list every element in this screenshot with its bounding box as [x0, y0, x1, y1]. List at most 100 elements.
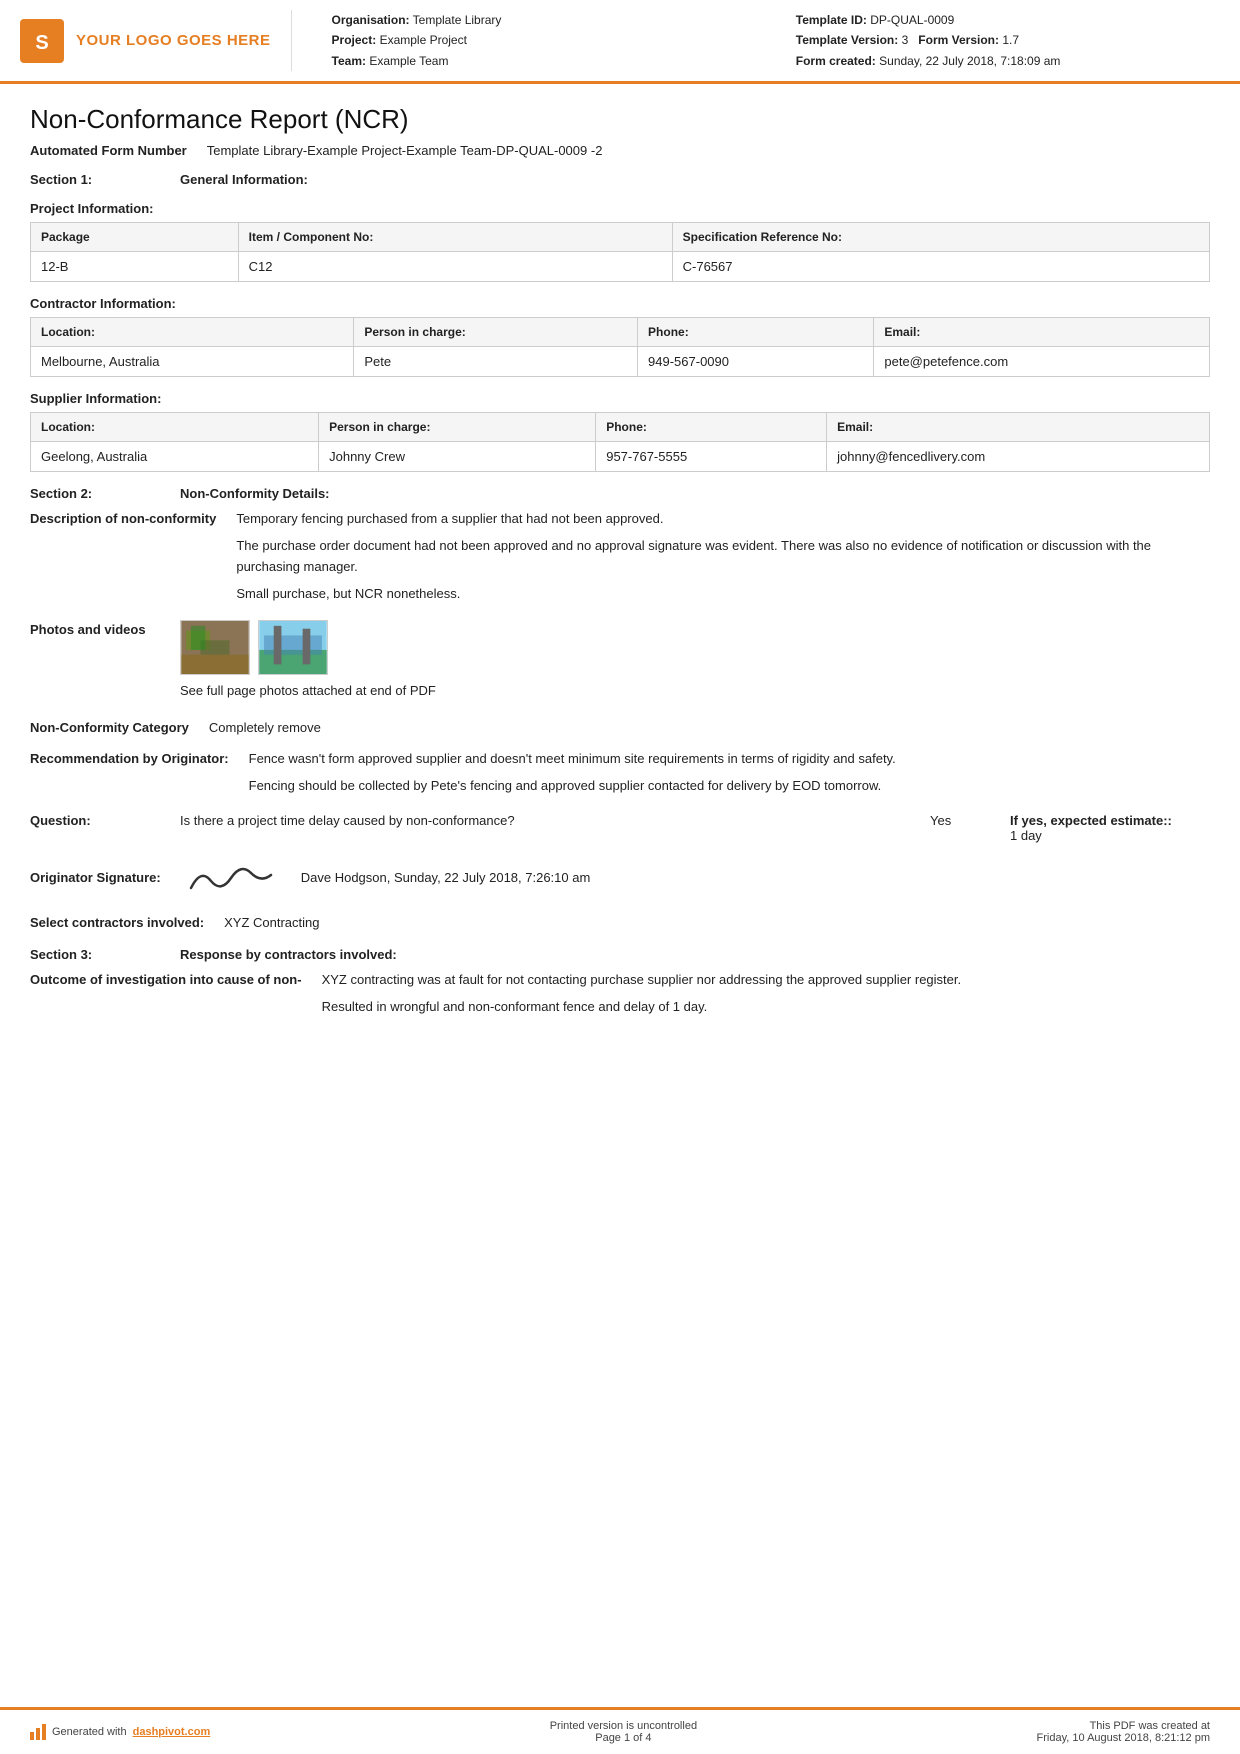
- col-sup-location: Location:: [31, 413, 319, 442]
- pdf-created-date: Friday, 10 August 2018, 8:21:12 pm: [1037, 1732, 1210, 1744]
- footer-center: Printed version is uncontrolled Page 1 o…: [550, 1720, 697, 1744]
- question-estimate-label: If yes, expected estimate::: [1010, 813, 1172, 828]
- project-line: Project: Example Project: [332, 30, 756, 50]
- supplier-info-title: Supplier Information:: [30, 391, 1210, 406]
- contractor-data-row: Melbourne, Australia Pete 949-567-0090 p…: [31, 347, 1210, 377]
- col-package: Package: [31, 223, 239, 252]
- description-p3: Small purchase, but NCR nonetheless.: [236, 584, 1210, 605]
- col-sup-email: Email:: [827, 413, 1210, 442]
- footer-left: Generated with dashpivot.com: [30, 1724, 210, 1740]
- contractor-header-row: Location: Person in charge: Phone: Email…: [31, 318, 1210, 347]
- form-number-value: Template Library-Example Project-Example…: [207, 143, 603, 158]
- question-answer: Yes: [930, 813, 990, 828]
- photo-thumb-1: [180, 620, 250, 675]
- photos-caption: See full page photos attached at end of …: [180, 681, 1210, 702]
- page-number: Page 1 of 4: [550, 1732, 697, 1744]
- main-content: Non-Conformance Report (NCR) Automated F…: [0, 84, 1240, 1707]
- section3-title: Response by contractors involved:: [180, 947, 397, 962]
- recommendation-p2: Fencing should be collected by Pete's fe…: [249, 776, 1210, 797]
- question-label: Question:: [30, 813, 160, 828]
- supplier-info-table: Location: Person in charge: Phone: Email…: [30, 412, 1210, 472]
- photos-container: [180, 620, 1210, 675]
- question-estimate-value: 1 day: [1010, 828, 1042, 843]
- contractor-location: Melbourne, Australia: [31, 347, 354, 377]
- signature-meta: Dave Hodgson, Sunday, 22 July 2018, 7:26…: [301, 870, 591, 885]
- package-value: 12-B: [31, 252, 239, 282]
- section2-label: Section 2:: [30, 486, 160, 501]
- contractor-email: pete@petefence.com: [874, 347, 1210, 377]
- question-estimate: If yes, expected estimate:: 1 day: [1010, 813, 1210, 843]
- recommendation-label: Recommendation by Originator:: [30, 749, 229, 803]
- outcome-value: XYZ contracting was at fault for not con…: [322, 970, 1210, 1024]
- category-label: Non-Conformity Category: [30, 718, 189, 739]
- contractors-value: XYZ Contracting: [224, 913, 1210, 934]
- contractor-info-title: Contractor Information:: [30, 296, 1210, 311]
- supplier-person: Johnny Crew: [319, 442, 596, 472]
- recommendation-row: Recommendation by Originator: Fence wasn…: [30, 749, 1210, 803]
- signature-row: Originator Signature: Dave Hodgson, Sund…: [30, 853, 1210, 903]
- logo-area: S YOUR LOGO GOES HERE: [20, 10, 292, 71]
- col-email: Email:: [874, 318, 1210, 347]
- col-spec: Specification Reference No:: [672, 223, 1209, 252]
- section1-title: General Information:: [180, 172, 308, 187]
- document-title: Non-Conformance Report (NCR): [30, 104, 1210, 135]
- header: S YOUR LOGO GOES HERE Organisation: Temp…: [0, 0, 1240, 84]
- footer: Generated with dashpivot.com Printed ver…: [0, 1707, 1240, 1754]
- footer-right: This PDF was created at Friday, 10 Augus…: [1037, 1720, 1210, 1744]
- logo-icon: S: [20, 19, 64, 63]
- contractors-row: Select contractors involved: XYZ Contrac…: [30, 913, 1210, 934]
- contractors-label: Select contractors involved:: [30, 913, 204, 934]
- header-meta-right: Template ID: DP-QUAL-0009 Template Versi…: [796, 10, 1220, 71]
- uncontrolled-text: Printed version is uncontrolled: [550, 1720, 697, 1732]
- dashpivot-icon: [30, 1724, 46, 1740]
- recommendation-p1: Fence wasn't form approved supplier and …: [249, 749, 1210, 770]
- description-row: Description of non-conformity Temporary …: [30, 509, 1210, 610]
- category-value: Completely remove: [209, 718, 1210, 739]
- outcome-label: Outcome of investigation into cause of n…: [30, 970, 302, 1024]
- footer-brand[interactable]: dashpivot.com: [133, 1726, 211, 1738]
- header-meta-left: Organisation: Template Library Project: …: [332, 10, 756, 71]
- pdf-created-text: This PDF was created at: [1037, 1720, 1210, 1732]
- description-p2: The purchase order document had not been…: [236, 536, 1210, 578]
- col-sup-phone: Phone:: [596, 413, 827, 442]
- col-item: Item / Component No:: [238, 223, 672, 252]
- photos-value: See full page photos attached at end of …: [180, 620, 1210, 708]
- project-table-data-row: 12-B C12 C-76567: [31, 252, 1210, 282]
- question-text: Is there a project time delay caused by …: [180, 813, 910, 828]
- project-info-table: Package Item / Component No: Specificati…: [30, 222, 1210, 282]
- outcome-p2: Resulted in wrongful and non-conformant …: [322, 997, 1210, 1018]
- section3-header: Section 3: Response by contractors invol…: [30, 947, 1210, 962]
- supplier-location: Geelong, Australia: [31, 442, 319, 472]
- contractor-info-table: Location: Person in charge: Phone: Email…: [30, 317, 1210, 377]
- form-number-label: Automated Form Number: [30, 143, 187, 158]
- signature-label: Originator Signature:: [30, 870, 161, 885]
- page: S YOUR LOGO GOES HERE Organisation: Temp…: [0, 0, 1240, 1754]
- recommendation-value: Fence wasn't form approved supplier and …: [249, 749, 1210, 803]
- description-label: Description of non-conformity: [30, 509, 216, 610]
- photos-label: Photos and videos: [30, 620, 160, 708]
- spec-value: C-76567: [672, 252, 1209, 282]
- contractor-phone: 949-567-0090: [638, 347, 874, 377]
- item-value: C12: [238, 252, 672, 282]
- form-number-row: Automated Form Number Template Library-E…: [30, 143, 1210, 158]
- section1-label: Section 1:: [30, 172, 160, 187]
- section1-header: Section 1: General Information:: [30, 172, 1210, 187]
- supplier-phone: 957-767-5555: [596, 442, 827, 472]
- outcome-p1: XYZ contracting was at fault for not con…: [322, 970, 1210, 991]
- bar2: [36, 1728, 40, 1740]
- template-version-line: Template Version: 3 Form Version: 1.7: [796, 30, 1220, 50]
- svg-text:S: S: [35, 32, 48, 54]
- photos-row: Photos and videos: [30, 620, 1210, 708]
- project-info-title: Project Information:: [30, 201, 1210, 216]
- question-row: Question: Is there a project time delay …: [30, 813, 1210, 843]
- bar3: [42, 1724, 46, 1740]
- description-value: Temporary fencing purchased from a suppl…: [236, 509, 1210, 610]
- description-p1: Temporary fencing purchased from a suppl…: [236, 509, 1210, 530]
- supplier-data-row: Geelong, Australia Johnny Crew 957-767-5…: [31, 442, 1210, 472]
- template-id-line: Template ID: DP-QUAL-0009: [796, 10, 1220, 30]
- supplier-header-row: Location: Person in charge: Phone: Email…: [31, 413, 1210, 442]
- logo-text: YOUR LOGO GOES HERE: [76, 32, 271, 49]
- signature-image: [181, 853, 281, 903]
- generated-text: Generated with: [52, 1726, 127, 1738]
- project-table-header-row: Package Item / Component No: Specificati…: [31, 223, 1210, 252]
